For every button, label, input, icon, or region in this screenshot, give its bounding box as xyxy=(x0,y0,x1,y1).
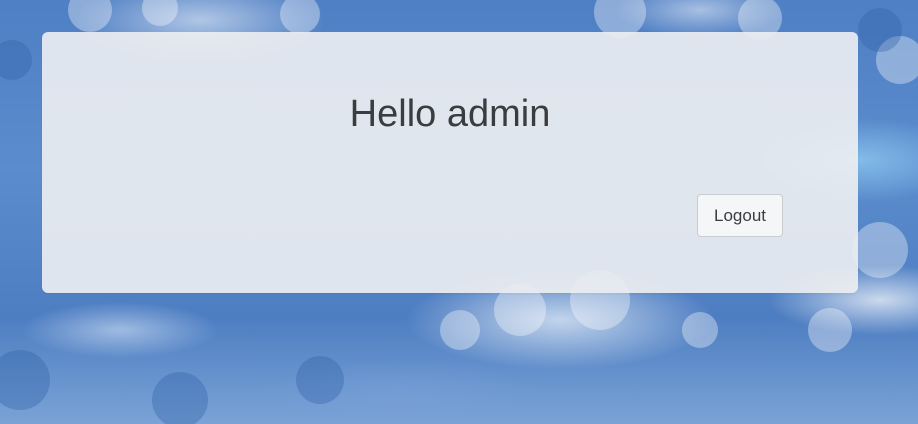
welcome-panel: Hello admin Logout xyxy=(42,32,858,293)
logout-button[interactable]: Logout xyxy=(697,194,783,237)
greeting-heading: Hello admin xyxy=(349,93,551,135)
